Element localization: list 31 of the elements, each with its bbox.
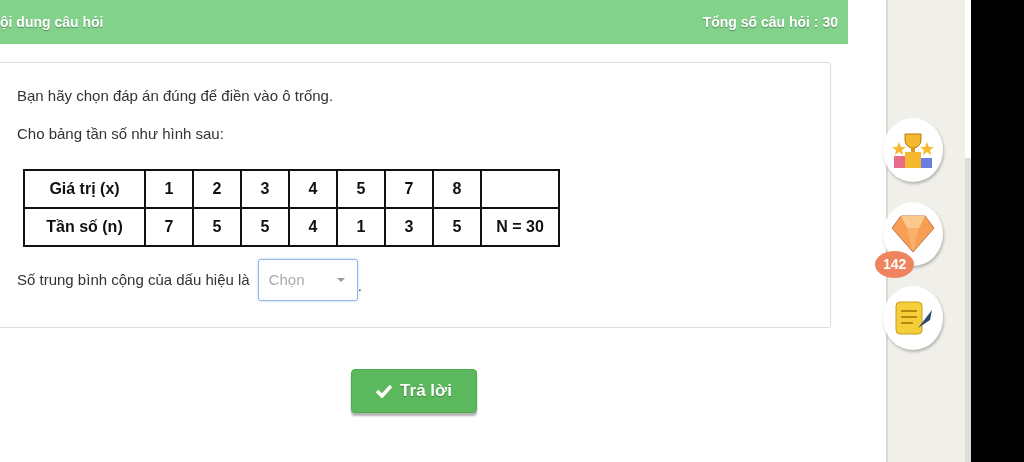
gem-icon — [891, 214, 935, 254]
answer-dropdown[interactable]: Chọn — [257, 259, 358, 301]
trophy-icon — [892, 130, 934, 170]
table-cell: 7 — [385, 170, 433, 208]
table-cell: 5 — [241, 208, 289, 246]
table-cell: 5 — [433, 208, 481, 246]
table-cell: 5 — [337, 170, 385, 208]
gem-count: 142 — [875, 251, 915, 278]
check-icon — [376, 383, 393, 398]
period-text: . — [357, 275, 362, 296]
table-cell: 4 — [289, 170, 337, 208]
table-cell: 3 — [385, 208, 433, 246]
question-count: Tổng số câu hỏi : 30 — [702, 12, 838, 32]
table-cell: 7 — [145, 208, 193, 246]
table-cell: 3 — [241, 170, 289, 208]
answer-button[interactable]: Trả lời — [351, 369, 477, 413]
table-cell: 4 — [289, 208, 337, 246]
question-text: Cho bảng tần số như hình sau: — [17, 123, 225, 144]
table-cell: 1 — [145, 170, 193, 208]
table-cell: 5 — [193, 208, 241, 246]
question-text: Bạn hãy chọn đáp án đúng để điền vào ô trống. — [17, 86, 335, 106]
question-text: Số trung bình cộng của dấu hiệu là — [17, 269, 250, 290]
table-cell: 8 — [433, 170, 481, 208]
table-cell: 1 — [337, 208, 385, 246]
caret-icon — [336, 278, 345, 282]
table-cell: Tần số (n) — [24, 208, 145, 246]
table-cell: 2 — [193, 170, 241, 208]
scroll-icon — [892, 298, 934, 338]
section-title: ội dung câu hỏi — [0, 12, 104, 32]
table-cell: Giá trị (x) — [24, 170, 145, 208]
table-cell: N = 30 — [481, 208, 559, 246]
